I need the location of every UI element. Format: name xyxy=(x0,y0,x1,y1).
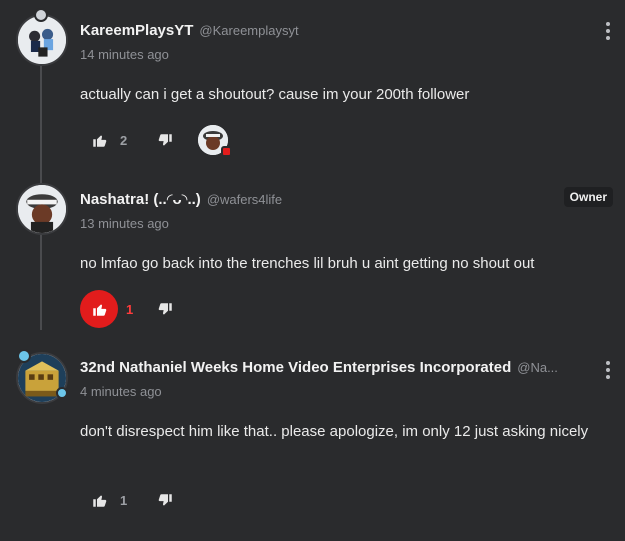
thumbs-up-icon xyxy=(92,135,106,147)
comment: KareemPlaysYT @Kareemplaysyt 14 minutes … xyxy=(0,0,625,165)
more-vertical-icon[interactable] xyxy=(605,22,611,40)
avatar-badge-icon xyxy=(17,349,31,363)
thumbs-down-icon xyxy=(158,493,172,505)
comment: Nashatra! (..◜ᴗ◝..) @wafers4life 13 minu… xyxy=(0,165,625,335)
more-vertical-icon[interactable] xyxy=(605,361,611,379)
author-line: KareemPlaysYT @Kareemplaysyt xyxy=(80,22,299,39)
thumbs-up-icon xyxy=(92,304,106,316)
comment-thread: KareemPlaysYT @Kareemplaysyt 14 minutes … xyxy=(0,0,625,541)
like-count: 1 xyxy=(120,492,128,508)
avatar-badge-icon xyxy=(34,8,48,22)
owner-badge: Owner xyxy=(563,187,613,207)
author-handle[interactable]: @Na... xyxy=(517,360,558,375)
like-button[interactable] xyxy=(80,481,118,519)
author-name[interactable]: Nashatra! (..◜ᴗ◝..) xyxy=(80,190,201,208)
author-line: Nashatra! (..◜ᴗ◝..) @wafers4life xyxy=(80,190,282,208)
like-count: 2 xyxy=(120,132,128,148)
like-button[interactable] xyxy=(80,290,118,328)
thumbs-down-icon xyxy=(158,302,172,314)
avatar-image xyxy=(18,16,66,64)
like-button[interactable] xyxy=(80,121,118,159)
like-count: 1 xyxy=(126,301,134,317)
avatar[interactable] xyxy=(16,183,68,235)
heart-icon xyxy=(221,146,232,157)
avatar-image xyxy=(18,185,66,233)
comment-text: actually can i get a shoutout? cause im … xyxy=(80,86,470,103)
avatar-badge-icon xyxy=(56,387,68,399)
dislike-button[interactable] xyxy=(146,121,184,159)
author-name[interactable]: KareemPlaysYT xyxy=(80,22,193,39)
comment-timestamp: 14 minutes ago xyxy=(80,47,169,62)
author-handle[interactable]: @wafers4life xyxy=(207,192,282,207)
author-handle[interactable]: @Kareemplaysyt xyxy=(199,23,298,38)
comment-timestamp: 13 minutes ago xyxy=(80,216,169,231)
dislike-button[interactable] xyxy=(146,290,184,328)
author-name[interactable]: 32nd Nathaniel Weeks Home Video Enterpri… xyxy=(80,359,511,376)
comment-timestamp: 4 minutes ago xyxy=(80,384,162,399)
thumbs-up-icon xyxy=(92,495,106,507)
dislike-button[interactable] xyxy=(146,481,184,519)
comment-text: no lmfao go back into the trenches lil b… xyxy=(80,255,535,272)
comment-text: don't disrespect him like that.. please … xyxy=(80,423,589,440)
comment-actions: 2 xyxy=(80,121,232,159)
creator-heart xyxy=(198,125,232,157)
comment-actions: 1 xyxy=(80,481,184,519)
author-line: 32nd Nathaniel Weeks Home Video Enterpri… xyxy=(80,359,558,376)
thumbs-down-icon xyxy=(158,133,172,145)
comment-actions: 1 xyxy=(80,290,184,328)
comment: 32nd Nathaniel Weeks Home Video Enterpri… xyxy=(0,335,625,541)
